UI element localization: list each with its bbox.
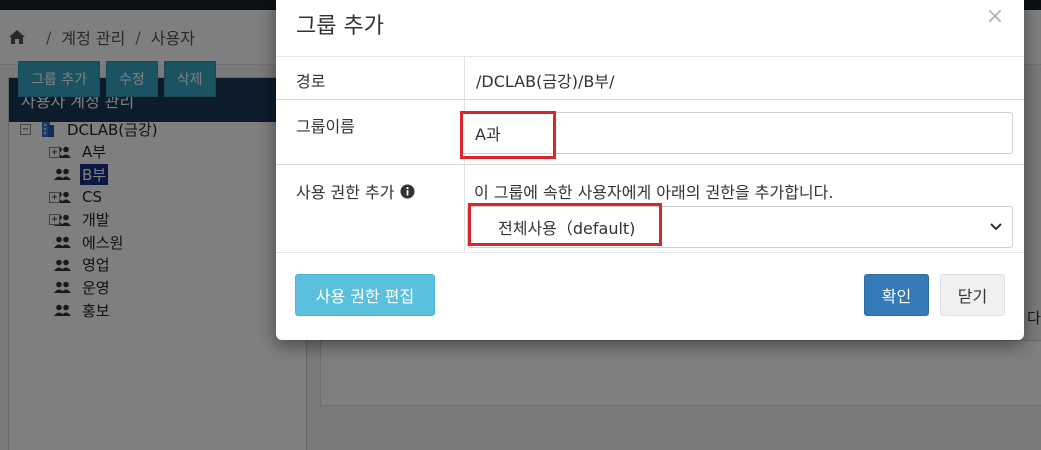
group-name-row: 그룹이름	[276, 100, 1024, 165]
modal-footer: 사용 권한 편집 확인 닫기	[276, 274, 1024, 340]
close-button[interactable]: 닫기	[940, 274, 1005, 316]
column-divider	[464, 165, 465, 252]
modal-title: 그룹 추가	[296, 14, 384, 39]
name-highlight-box	[460, 111, 556, 159]
column-divider	[464, 57, 465, 99]
group-name-label: 그룹이름	[296, 117, 355, 136]
edit-permission-button[interactable]: 사용 권한 편집	[295, 274, 435, 316]
permission-description: 이 그룹에 속한 사용자에게 아래의 권한을 추가합니다.	[474, 183, 834, 202]
chevron-down-icon	[990, 223, 1002, 231]
info-icon[interactable]	[400, 184, 415, 199]
path-row: 경로 /DCLAB(금강)/B부/	[276, 57, 1024, 100]
path-value: /DCLAB(금강)/B부/	[476, 72, 615, 91]
close-icon[interactable]: ×	[984, 5, 1006, 29]
permission-label: 사용 권한 추가	[296, 183, 395, 202]
modal-header: 그룹 추가 ×	[276, 0, 1024, 57]
add-group-modal: 그룹 추가 × 경로 /DCLAB(금강)/B부/ 그룹이름 사용 권한 추가	[276, 0, 1024, 340]
permission-label-wrap: 사용 권한 추가	[296, 179, 415, 203]
path-label: 경로	[296, 72, 326, 91]
confirm-button[interactable]: 확인	[864, 274, 929, 316]
permission-highlight-box	[468, 203, 662, 246]
